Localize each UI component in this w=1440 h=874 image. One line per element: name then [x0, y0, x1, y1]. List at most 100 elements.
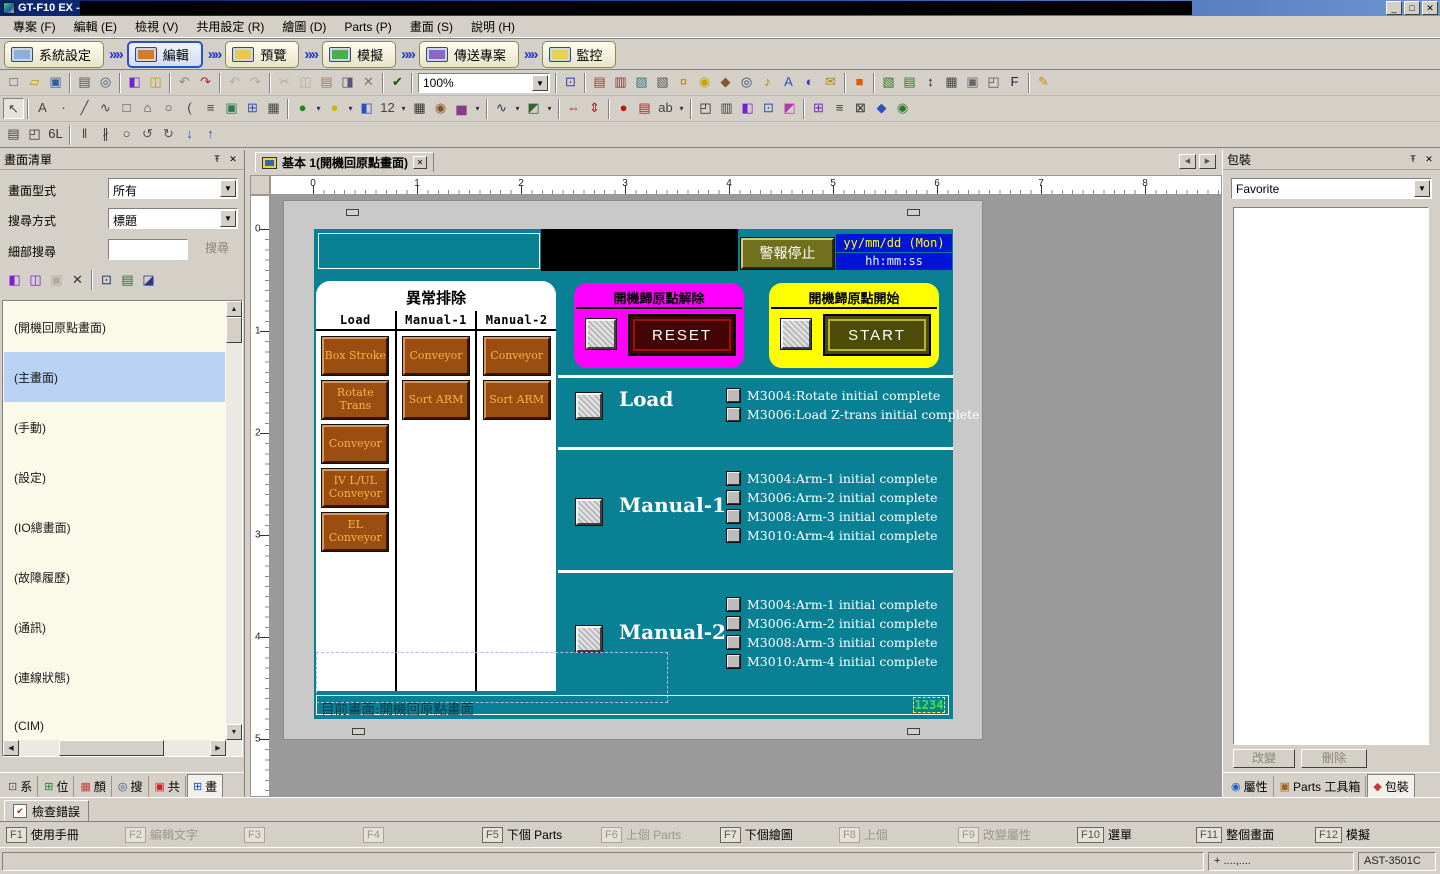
screen-list-item[interactable]: (故障履歷): [4, 552, 225, 602]
tab-scroll-left-icon[interactable]: ◀: [1179, 154, 1196, 169]
table-tool-icon[interactable]: ▦: [263, 98, 284, 119]
chevron-down-icon[interactable]: ▼: [532, 75, 548, 91]
switch-parts-dropdown-icon[interactable]: ▾: [313, 98, 324, 119]
scrollbar-thumb[interactable]: [226, 317, 242, 343]
movie-capture-icon[interactable]: ▣: [962, 72, 983, 93]
start-button[interactable]: START: [823, 314, 931, 356]
selection-handle[interactable]: [352, 728, 365, 735]
screen-list-item[interactable]: (IO總畫面): [4, 502, 225, 552]
function-key-f10[interactable]: F10選單: [1077, 826, 1196, 843]
chevron-down-icon[interactable]: ▼: [220, 210, 236, 227]
polyline-tool-icon[interactable]: ∿: [95, 98, 116, 119]
text-tool-icon[interactable]: A: [32, 98, 53, 119]
option-tool-icon[interactable]: ✎: [1033, 72, 1054, 93]
data-change-parts-icon[interactable]: ◩: [779, 98, 800, 119]
canvas-viewport[interactable]: 警報停止 yy/mm/dd (Mon) hh:mm:ss 異常排除 LoadBo…: [270, 195, 1222, 797]
tab-bit[interactable]: ⊞位: [39, 776, 74, 797]
chevron-down-icon[interactable]: ▼: [1414, 180, 1430, 197]
indicator-square[interactable]: [727, 389, 740, 402]
search-button[interactable]: 搜尋: [194, 239, 240, 260]
tab-parts-toolbox[interactable]: ▣Parts 工具箱: [1275, 776, 1367, 797]
arc-tool-icon[interactable]: (: [179, 98, 200, 119]
screen-list-item[interactable]: (手動): [4, 402, 225, 452]
exception-button[interactable]: Rotate Trans: [322, 381, 388, 419]
tab-scroll-right-icon[interactable]: ▶: [1199, 154, 1216, 169]
workflow-system-settings-button[interactable]: 系統設定: [4, 41, 104, 68]
manual1-section-button[interactable]: [576, 499, 602, 525]
scroll-down-icon[interactable]: ▼: [226, 724, 242, 740]
redo-icon[interactable]: ↷: [245, 72, 266, 93]
trend-graph-parts-icon[interactable]: ∿: [491, 98, 512, 119]
screen-film-icon[interactable]: ▤: [3, 124, 24, 145]
graph-parts-icon[interactable]: ▅: [451, 98, 472, 119]
language-settings-icon[interactable]: A: [778, 72, 799, 93]
meter-parts-icon[interactable]: ◉: [430, 98, 451, 119]
rect-tool-icon[interactable]: □: [116, 98, 137, 119]
exception-button[interactable]: EL Conveyor: [322, 513, 388, 551]
undo-icon[interactable]: ↶: [224, 72, 245, 93]
horizontal-scrollbar[interactable]: ◀ ▶: [3, 740, 226, 756]
tab-system[interactable]: ⊡系: [3, 776, 38, 797]
workflow-preview-button[interactable]: 預覽: [225, 41, 299, 68]
menu-item[interactable]: 說明 (H): [462, 15, 524, 38]
screen-utility-icon[interactable]: ◪: [138, 270, 159, 291]
function-key-f12[interactable]: F12模擬: [1315, 826, 1434, 843]
screen-back-icon[interactable]: ↶: [174, 72, 195, 93]
base-window-icon[interactable]: ◰: [695, 98, 716, 119]
exception-button[interactable]: Sort ARM: [484, 381, 550, 419]
film-viewer-icon[interactable]: ◰: [983, 72, 1004, 93]
alarm-stop-button[interactable]: 警報停止: [741, 238, 834, 269]
function-key-f3[interactable]: F3: [244, 827, 363, 843]
screen-forward-icon[interactable]: ↷: [195, 72, 216, 93]
read-device-icon[interactable]: ↑: [200, 124, 221, 145]
device-list-icon[interactable]: ▥: [610, 72, 631, 93]
device-comment-icon[interactable]: ▤: [589, 72, 610, 93]
exception-button[interactable]: Conveyor: [484, 337, 550, 375]
keypad-parts-icon[interactable]: ▦: [409, 98, 430, 119]
screen-list-item[interactable]: (通訊): [4, 602, 225, 652]
selection-handle[interactable]: [346, 209, 359, 216]
screen-type-select[interactable]: 所有 ▼: [108, 178, 238, 199]
function-key-f9[interactable]: F9改變屬性: [958, 826, 1077, 843]
string-table-icon[interactable]: ▨: [631, 72, 652, 93]
delete-button[interactable]: 刪除: [1301, 749, 1367, 768]
scale-tool-icon[interactable]: ≡: [200, 98, 221, 119]
mail-settings-icon[interactable]: ✉: [820, 72, 841, 93]
delete-screen-icon[interactable]: ✕: [67, 270, 88, 291]
workflow-transfer-project-button[interactable]: 傳送專案: [419, 41, 519, 68]
comment-edit-icon[interactable]: ▧: [652, 72, 673, 93]
memo-edit-icon[interactable]: ▤: [899, 72, 920, 93]
preview-screen-icon[interactable]: ⊡: [96, 270, 117, 291]
paint-tool-icon[interactable]: ⊞: [242, 98, 263, 119]
new-file-icon[interactable]: □: [3, 72, 24, 93]
screen-property-icon[interactable]: ▤: [117, 270, 138, 291]
scrollbar-thumb[interactable]: [59, 740, 164, 756]
tab-package[interactable]: ◆包裝: [1367, 774, 1414, 797]
pc-display-icon[interactable]: ⊡: [758, 98, 779, 119]
favorite-select[interactable]: Favorite ▼: [1231, 178, 1432, 199]
new-screen-icon[interactable]: ◧: [4, 270, 25, 291]
ds-parts-icon[interactable]: ◆: [871, 98, 892, 119]
switch-parts-icon[interactable]: ●: [292, 98, 313, 119]
tab-search[interactable]: ◎搜: [113, 776, 149, 797]
document-tab[interactable]: 基本 1(開機回原點畫面) ✕: [255, 152, 434, 172]
paste-screen-icon[interactable]: ▣: [46, 270, 67, 291]
polygon-tool-icon[interactable]: ⌂: [137, 98, 158, 119]
alarm-parts-icon[interactable]: ●: [613, 98, 634, 119]
trend-graph-parts-dropdown-icon[interactable]: ▾: [512, 98, 523, 119]
function-key-f2[interactable]: F2編輯文字: [125, 826, 244, 843]
numeric-display-parts-dropdown-icon[interactable]: ▾: [398, 98, 409, 119]
exception-button[interactable]: IV L/UL Conveyor: [322, 469, 388, 507]
screen-list-item[interactable]: (主畫面): [4, 352, 225, 402]
numeric-display-parts-icon[interactable]: 12: [377, 98, 398, 119]
change-button[interactable]: 改變: [1233, 749, 1295, 768]
contact-b-icon[interactable]: ∦: [95, 124, 116, 145]
save-file-icon[interactable]: ▣: [45, 72, 66, 93]
menu-item[interactable]: 繪圖 (D): [273, 15, 335, 38]
reset-button[interactable]: RESET: [628, 314, 736, 356]
color-palette-icon[interactable]: ■: [849, 72, 870, 93]
copy-icon[interactable]: ◫: [295, 72, 316, 93]
device-label-icon[interactable]: 6L: [45, 124, 66, 145]
filmstrip-parts-icon[interactable]: ▥: [716, 98, 737, 119]
cut-icon[interactable]: ✂: [274, 72, 295, 93]
